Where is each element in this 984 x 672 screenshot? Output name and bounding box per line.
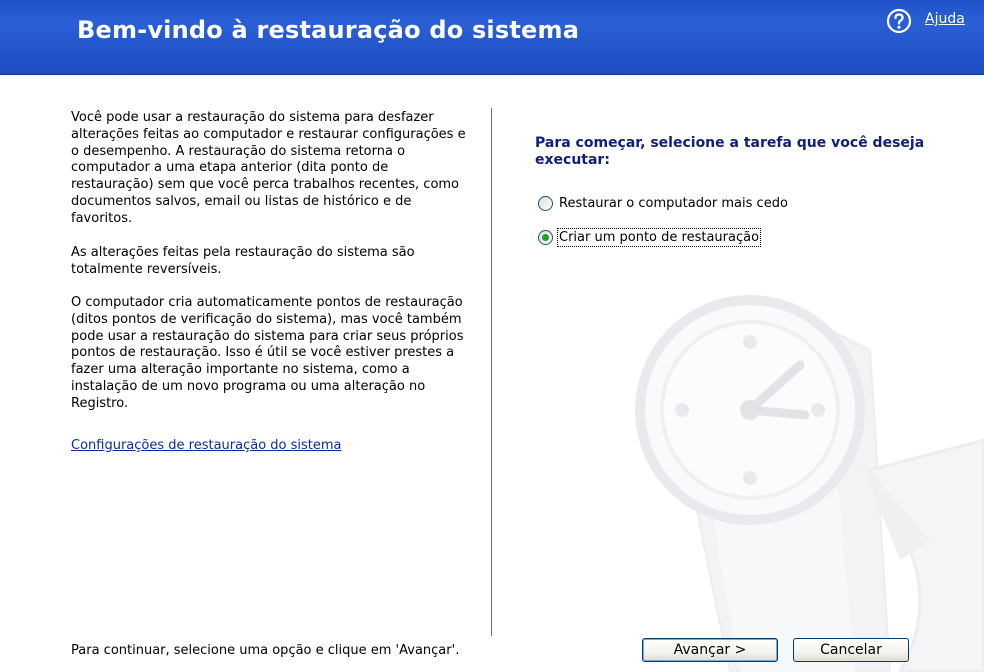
reversible-paragraph: As alterações feitas pela restauração do… [71, 245, 415, 277]
task-prompt: Para começar, selecione a tarefa que voc… [535, 135, 925, 168]
question-circle-icon[interactable] [886, 8, 912, 34]
radio-restore-earlier[interactable] [538, 196, 553, 211]
footer-instruction: Para continuar, selecione uma opção e cl… [71, 643, 460, 658]
page-title: Bem-vindo à restauração do sistema [77, 16, 580, 44]
vertical-divider [491, 108, 492, 636]
cancel-button[interactable]: Cancelar [793, 638, 909, 662]
option-create-restore-point[interactable]: Criar um ponto de restauração [538, 228, 762, 247]
radio-create-restore-point[interactable] [538, 230, 553, 245]
intro-paragraph: Você pode usar a restauração do sistema … [71, 110, 466, 226]
help-link[interactable]: Ajuda [925, 11, 965, 27]
next-button[interactable]: Avançar > [642, 638, 778, 662]
option-restore-earlier-label[interactable]: Restaurar o computador mais cedo [559, 196, 788, 211]
option-create-restore-point-label[interactable]: Criar um ponto de restauração [556, 228, 762, 247]
checkpoints-paragraph: O computador cria automaticamente pontos… [71, 295, 464, 411]
wizard-header: Bem-vindo à restauração do sistema Ajuda [0, 0, 984, 75]
restore-settings-link[interactable]: Configurações de restauração do sistema [71, 438, 342, 453]
option-restore-earlier[interactable]: Restaurar o computador mais cedo [538, 196, 788, 211]
restore-clock-watermark-icon [635, 295, 984, 672]
